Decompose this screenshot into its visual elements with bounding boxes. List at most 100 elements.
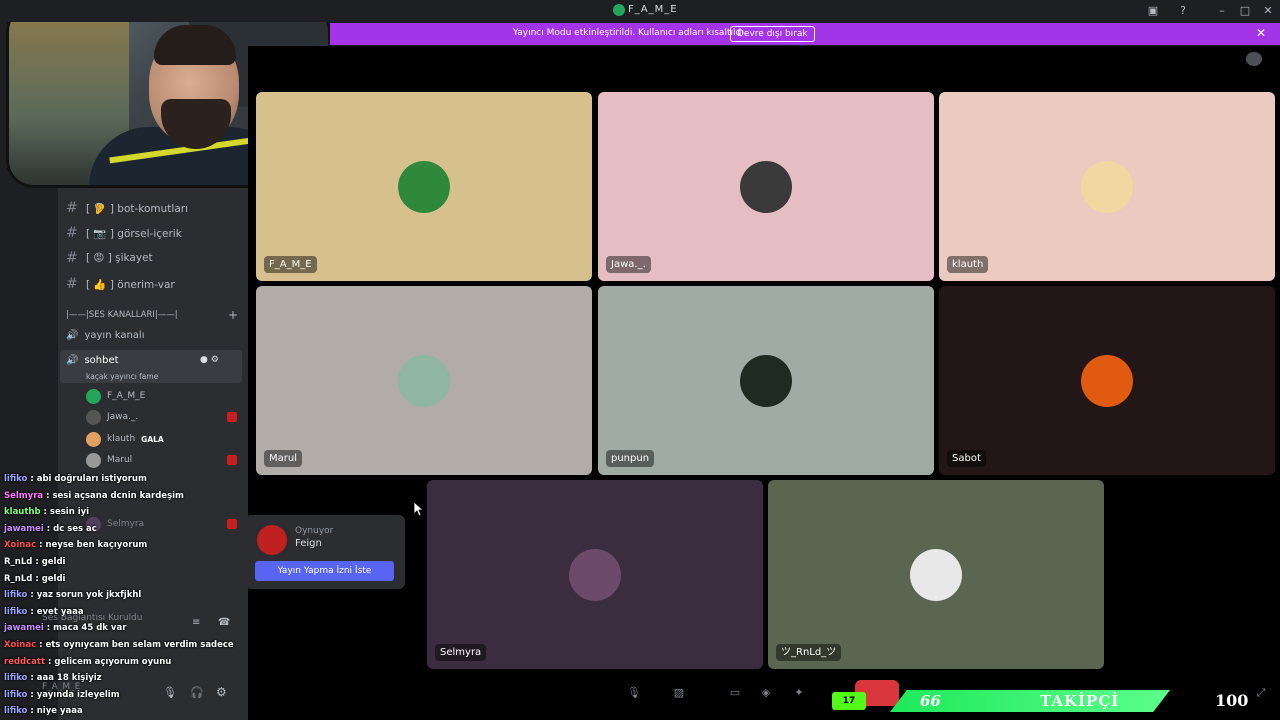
chat-message: R_nLd : geldi: [4, 557, 65, 567]
chat-separator: :: [43, 523, 54, 534]
chat-message: R_nLd : geldi: [4, 574, 65, 584]
chat-text: sesin iyi: [49, 507, 90, 518]
webcam-person-hair: [154, 25, 236, 65]
chat-separator: :: [43, 623, 54, 634]
voice-member[interactable]: Jawa._.: [86, 409, 138, 425]
channel-actions-icons[interactable]: ●⚙: [200, 355, 222, 365]
request-stream-button[interactable]: Yayın Yapma İzni İste: [255, 561, 394, 581]
help-icon[interactable]: ?: [1175, 3, 1191, 19]
banner-text: Yayıncı Modu etkinleştirildi. Kullanıcı …: [513, 28, 747, 38]
chat-separator: :: [27, 706, 37, 717]
close-icon[interactable]: ✕: [1256, 26, 1266, 40]
chat-text: yayında izleyelim: [36, 689, 120, 700]
follower-goal-widget: 17 66 TAKİPÇİ 100: [830, 689, 1280, 714]
chat-username: lifiko: [4, 590, 28, 601]
chat-username: R_nLd: [4, 573, 33, 584]
chat-text: ets oynıycam ben selam verdim sadece: [45, 640, 234, 650]
chat-separator: :: [27, 590, 37, 601]
channel-label: [ 📷 ] görsel-içerik: [86, 227, 182, 240]
soundboard-icon[interactable]: ✦: [790, 686, 808, 700]
participant-name: Selmyra: [435, 644, 487, 661]
chat-username: lifiko: [4, 606, 28, 617]
minimize-button[interactable]: –: [1214, 3, 1230, 19]
chat-icon[interactable]: [1246, 52, 1262, 66]
camera-off-icon[interactable]: ▨: [670, 686, 688, 700]
chat-username: reddcatt: [4, 656, 46, 667]
chat-message: jawamei : maca 45 dk var: [4, 623, 126, 633]
channel-label: [ 🦻 ] bot-komutları: [86, 202, 188, 215]
voice-category-header[interactable]: |——|SES KANALLARI|——|: [66, 310, 178, 320]
chat-username: Xoinac: [4, 540, 37, 551]
chat-text: sesi açsana dcnin kardeşim: [52, 490, 184, 501]
chat-message: lifiko : abi doğruları istiyorum: [4, 474, 147, 484]
inbox-icon[interactable]: ▣: [1145, 3, 1161, 19]
channel-label: [ 👍 ] önerim-var: [86, 278, 175, 291]
voice-channel-sohbet[interactable]: 🔊 sohbet: [66, 355, 119, 366]
chat-text: neyse ben kaçıyorum: [45, 540, 148, 551]
participant-tile[interactable]: Jawa._.: [598, 92, 934, 281]
participant-tile[interactable]: klauth: [939, 92, 1275, 281]
participant-tile[interactable]: punpun: [598, 286, 934, 475]
disable-streamer-mode-button[interactable]: Devre dışı bırak: [730, 26, 815, 42]
chat-text: evet yaaa: [36, 606, 84, 617]
follower-current: 66: [920, 692, 941, 710]
member-name: Jawa._.: [107, 412, 139, 422]
chat-text: aaa 18 kişiyiz: [36, 673, 102, 684]
add-channel-icon[interactable]: +: [228, 308, 238, 322]
chat-text: abi doğruları istiyorum: [36, 474, 147, 484]
chat-message: Xoinac : neyse ben kaçıyorum: [4, 540, 147, 550]
participant-name: Marul: [264, 450, 302, 467]
avatar: [86, 388, 101, 404]
chat-separator: :: [27, 673, 37, 684]
activity-status: Oynuyor: [295, 526, 334, 536]
chat-message: reddcatt : gelicem açıyorum oyunu: [4, 657, 171, 667]
avatar: [86, 431, 101, 447]
voice-member[interactable]: klauth GALA: [86, 431, 164, 447]
chat-username: lifiko: [4, 689, 28, 700]
avatar: [740, 354, 792, 407]
game-icon: [257, 525, 287, 555]
member-name: klauth: [107, 434, 136, 444]
participant-name: Sabot: [947, 450, 986, 467]
channel-onerim-var[interactable]: # [ 👍 ] önerim-var: [66, 274, 175, 294]
chat-message: klauthb : sesin iyi: [4, 507, 89, 517]
activity-icon[interactable]: ◈: [757, 686, 775, 700]
chat-message: lifiko : yayında izleyelim: [4, 690, 120, 700]
chat-username: jawamei: [4, 523, 44, 534]
channel-sikayet[interactable]: # [ 😡 ] şikayet: [66, 248, 153, 268]
microphone-icon[interactable]: 🎙: [625, 686, 643, 700]
text-channel-icon: #: [66, 200, 78, 216]
chat-separator: :: [45, 656, 55, 667]
screen-share-icon[interactable]: ▭: [726, 686, 744, 700]
channel-label: [ 😡 ] şikayet: [86, 252, 153, 264]
chat-text: dc ses ac: [53, 523, 97, 534]
chat-username: jawamei: [4, 623, 44, 634]
participant-tile[interactable]: Marul: [256, 286, 592, 475]
participant-tile[interactable]: ツ_RnLd_ツ: [768, 480, 1104, 669]
close-button[interactable]: ✕: [1260, 3, 1276, 19]
chat-message: lifiko : niye yaaa: [4, 706, 83, 716]
voice-channel-label: sohbet: [84, 355, 119, 366]
participant-name: klauth: [947, 256, 989, 273]
voice-member[interactable]: F_A_M_E: [86, 388, 145, 404]
participant-tile[interactable]: F_A_M_E: [256, 92, 592, 281]
voice-channel-yayin-kanali[interactable]: 🔊 yayın kanalı: [66, 330, 144, 341]
avatar: [740, 160, 792, 213]
chat-text: geldi: [41, 573, 66, 584]
participant-name: Jawa._.: [606, 256, 651, 273]
chat-text: niye yaaa: [36, 706, 83, 717]
chat-separator: :: [32, 573, 42, 584]
title-bar: F_A_M_E ▣ ? – □ ✕: [0, 0, 1280, 22]
chat-username: klauthb: [4, 507, 41, 518]
voice-channel-status: kaçak yayıncı fame: [86, 372, 159, 381]
participant-tile[interactable]: Selmyra: [427, 480, 763, 669]
text-channel-icon: #: [66, 276, 78, 292]
chat-text: gelicem açıyorum oyunu: [54, 656, 172, 667]
speaker-icon: 🔊: [66, 355, 79, 366]
avatar: [1081, 160, 1133, 213]
channel-gorsel-icerik[interactable]: # [ 📷 ] görsel-içerik: [66, 223, 182, 243]
participant-tile[interactable]: Sabot: [939, 286, 1275, 475]
activity-game-name: Feign: [295, 538, 322, 549]
channel-bot-komutlari[interactable]: # [ 🦻 ] bot-komutları: [66, 198, 188, 218]
maximize-button[interactable]: □: [1237, 3, 1253, 19]
